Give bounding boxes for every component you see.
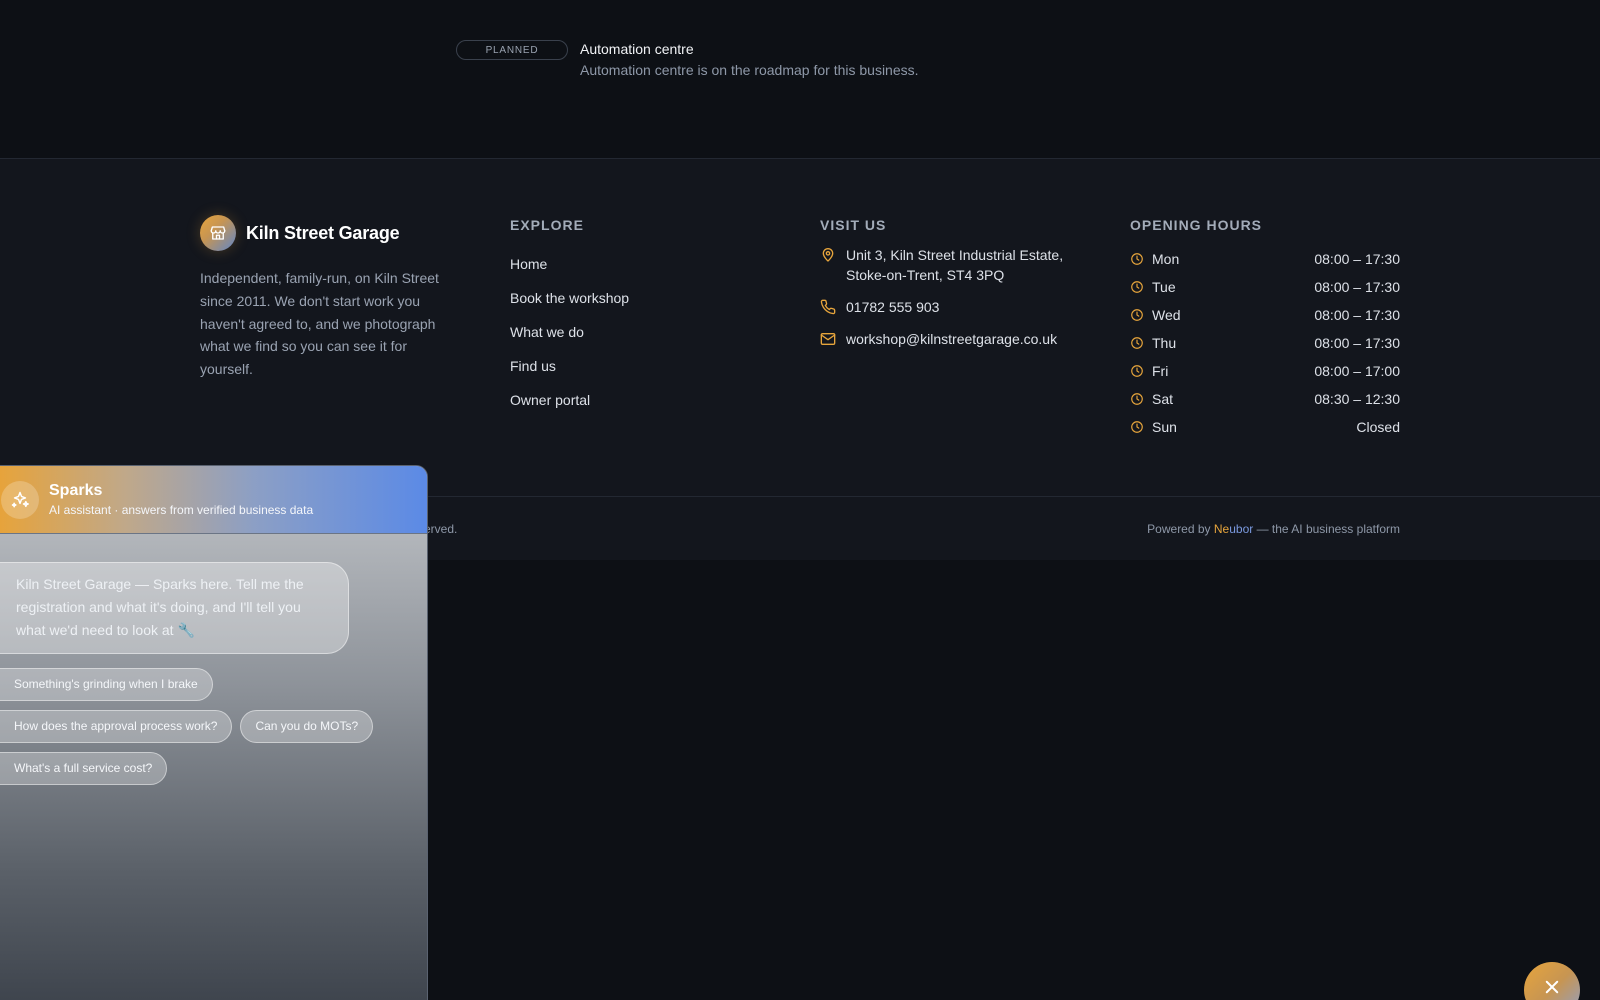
clock-icon [1131, 253, 1143, 265]
hours-time: 08:30 – 12:30 [1314, 391, 1400, 407]
neubor-link-ubor[interactable]: ubor [1229, 522, 1253, 536]
hours-day: Sat [1152, 391, 1174, 407]
explore-heading: EXPLORE [510, 217, 584, 233]
sparkles-icon [1, 480, 39, 519]
powered-prefix: Powered by [1147, 522, 1214, 536]
hours-day: Thu [1152, 335, 1177, 351]
chip-row: How does the approval process work? Can … [0, 710, 427, 744]
suggestion-chips: Something's grinding when I brake How do… [0, 668, 427, 786]
hours-heading: OPENING HOURS [1130, 217, 1263, 233]
assistant-message: Kiln Street Garage — Sparks here. Tell m… [0, 562, 349, 655]
roadmap-item: PLANNED Automation centre Automation cen… [456, 40, 919, 79]
hours-time: 08:00 – 17:30 [1314, 251, 1400, 267]
roadmap-item-title: Automation centre [580, 41, 694, 57]
chat-title: Sparks [49, 482, 103, 499]
email-item[interactable]: workshop@kilnstreetgarage.co.uk [820, 329, 1100, 349]
hours-day: Fri [1152, 363, 1169, 379]
email-link[interactable]: workshop@kilnstreetgarage.co.uk [846, 329, 1057, 349]
explore-links: Home Book the workshop What we do Find u… [510, 247, 629, 417]
clock-icon [1131, 281, 1143, 293]
brand-description: Independent, family-run, on Kiln Street … [200, 270, 439, 378]
roadmap-item-text: Automation centre Automation centre is o… [580, 40, 919, 79]
footer-link-home[interactable]: Home [510, 247, 629, 281]
footer-link-owner-portal[interactable]: Owner portal [510, 383, 629, 417]
chat-body: Kiln Street Garage — Sparks here. Tell m… [0, 534, 427, 786]
storefront-icon[interactable] [200, 215, 236, 251]
phone-link[interactable]: 01782 555 903 [846, 297, 939, 317]
hours-row: Thu 08:00 – 17:30 [1130, 329, 1400, 357]
suggestion-chip[interactable]: Something's grinding when I brake [0, 668, 213, 702]
mail-icon [820, 333, 836, 345]
phone-icon [820, 299, 836, 315]
powered-suffix: — the AI business platform [1253, 522, 1400, 536]
footer-brand: Kiln Street Garage Independent, family-r… [200, 215, 462, 381]
phone-item[interactable]: 01782 555 903 [820, 297, 1100, 317]
roadmap-item-description: Automation centre is on the roadmap for … [580, 62, 919, 78]
page: PLANNED Automation centre Automation cen… [0, 0, 1600, 1000]
chat-panel: Sparks AI assistant · answers from verif… [0, 465, 428, 1000]
chat-header-text: Sparks AI assistant · answers from verif… [49, 482, 313, 517]
suggestion-chip[interactable]: Can you do MOTs? [240, 710, 374, 744]
chat-close-button[interactable] [1524, 962, 1580, 1000]
hours-row: Fri 08:00 – 17:00 [1130, 357, 1400, 385]
hours-time: 08:00 – 17:30 [1314, 279, 1400, 295]
planned-badge: PLANNED [456, 40, 568, 60]
address-item: Unit 3, Kiln Street Industrial Estate, S… [820, 245, 1100, 285]
visit-us: VISIT US Unit 3, Kiln Street Industrial … [820, 217, 1100, 349]
footer-link-book-workshop[interactable]: Book the workshop [510, 281, 629, 315]
suggestion-chip[interactable]: What's a full service cost? [0, 752, 168, 786]
hours-day: Sun [1152, 419, 1177, 435]
chip-row: Something's grinding when I brake [0, 668, 427, 702]
hours-row: Sun Closed [1130, 413, 1400, 441]
hours-time: 08:00 – 17:30 [1314, 307, 1400, 323]
hours-row: Sat 08:30 – 12:30 [1130, 385, 1400, 413]
footer-link-what-we-do[interactable]: What we do [510, 315, 629, 349]
clock-icon [1131, 337, 1143, 349]
chat-subtitle: AI assistant · answers from verified bus… [49, 503, 314, 517]
explore-nav: EXPLORE Home Book the workshop What we d… [510, 217, 629, 417]
powered-by: Powered by Neubor — the AI business plat… [1147, 522, 1400, 536]
hours-time: Closed [1356, 419, 1400, 435]
footer-link-find-us[interactable]: Find us [510, 349, 629, 383]
hours-day: Wed [1152, 307, 1181, 323]
copyright-visible-fragment: erved. [424, 522, 458, 536]
hours-day: Mon [1152, 251, 1180, 267]
clock-icon [1131, 365, 1143, 377]
hours-time: 08:00 – 17:30 [1314, 335, 1400, 351]
suggestion-chip[interactable]: How does the approval process work? [0, 710, 233, 744]
hours-list: Mon 08:00 – 17:30 Tue 08:00 – 17:30 Wed … [1130, 245, 1400, 441]
brand-name[interactable]: Kiln Street Garage [246, 223, 400, 244]
close-icon [1545, 980, 1559, 994]
clock-icon [1131, 393, 1143, 405]
neubor-link-ne[interactable]: Ne [1214, 522, 1229, 536]
brand-row: Kiln Street Garage [200, 215, 462, 251]
hours-day: Tue [1152, 279, 1176, 295]
opening-hours: OPENING HOURS Mon 08:00 – 17:30 Tue 08:0… [1130, 217, 1400, 441]
address-text: Unit 3, Kiln Street Industrial Estate, S… [846, 247, 1064, 283]
hours-row: Tue 08:00 – 17:30 [1130, 273, 1400, 301]
clock-icon [1131, 309, 1143, 321]
visit-heading: VISIT US [820, 217, 887, 233]
map-pin-icon [822, 248, 834, 262]
hours-time: 08:00 – 17:00 [1314, 363, 1400, 379]
chip-row: What's a full service cost? [0, 752, 427, 786]
clock-icon [1131, 421, 1143, 433]
hours-row: Mon 08:00 – 17:30 [1130, 245, 1400, 273]
hours-row: Wed 08:00 – 17:30 [1130, 301, 1400, 329]
chat-header: Sparks AI assistant · answers from verif… [0, 466, 427, 534]
